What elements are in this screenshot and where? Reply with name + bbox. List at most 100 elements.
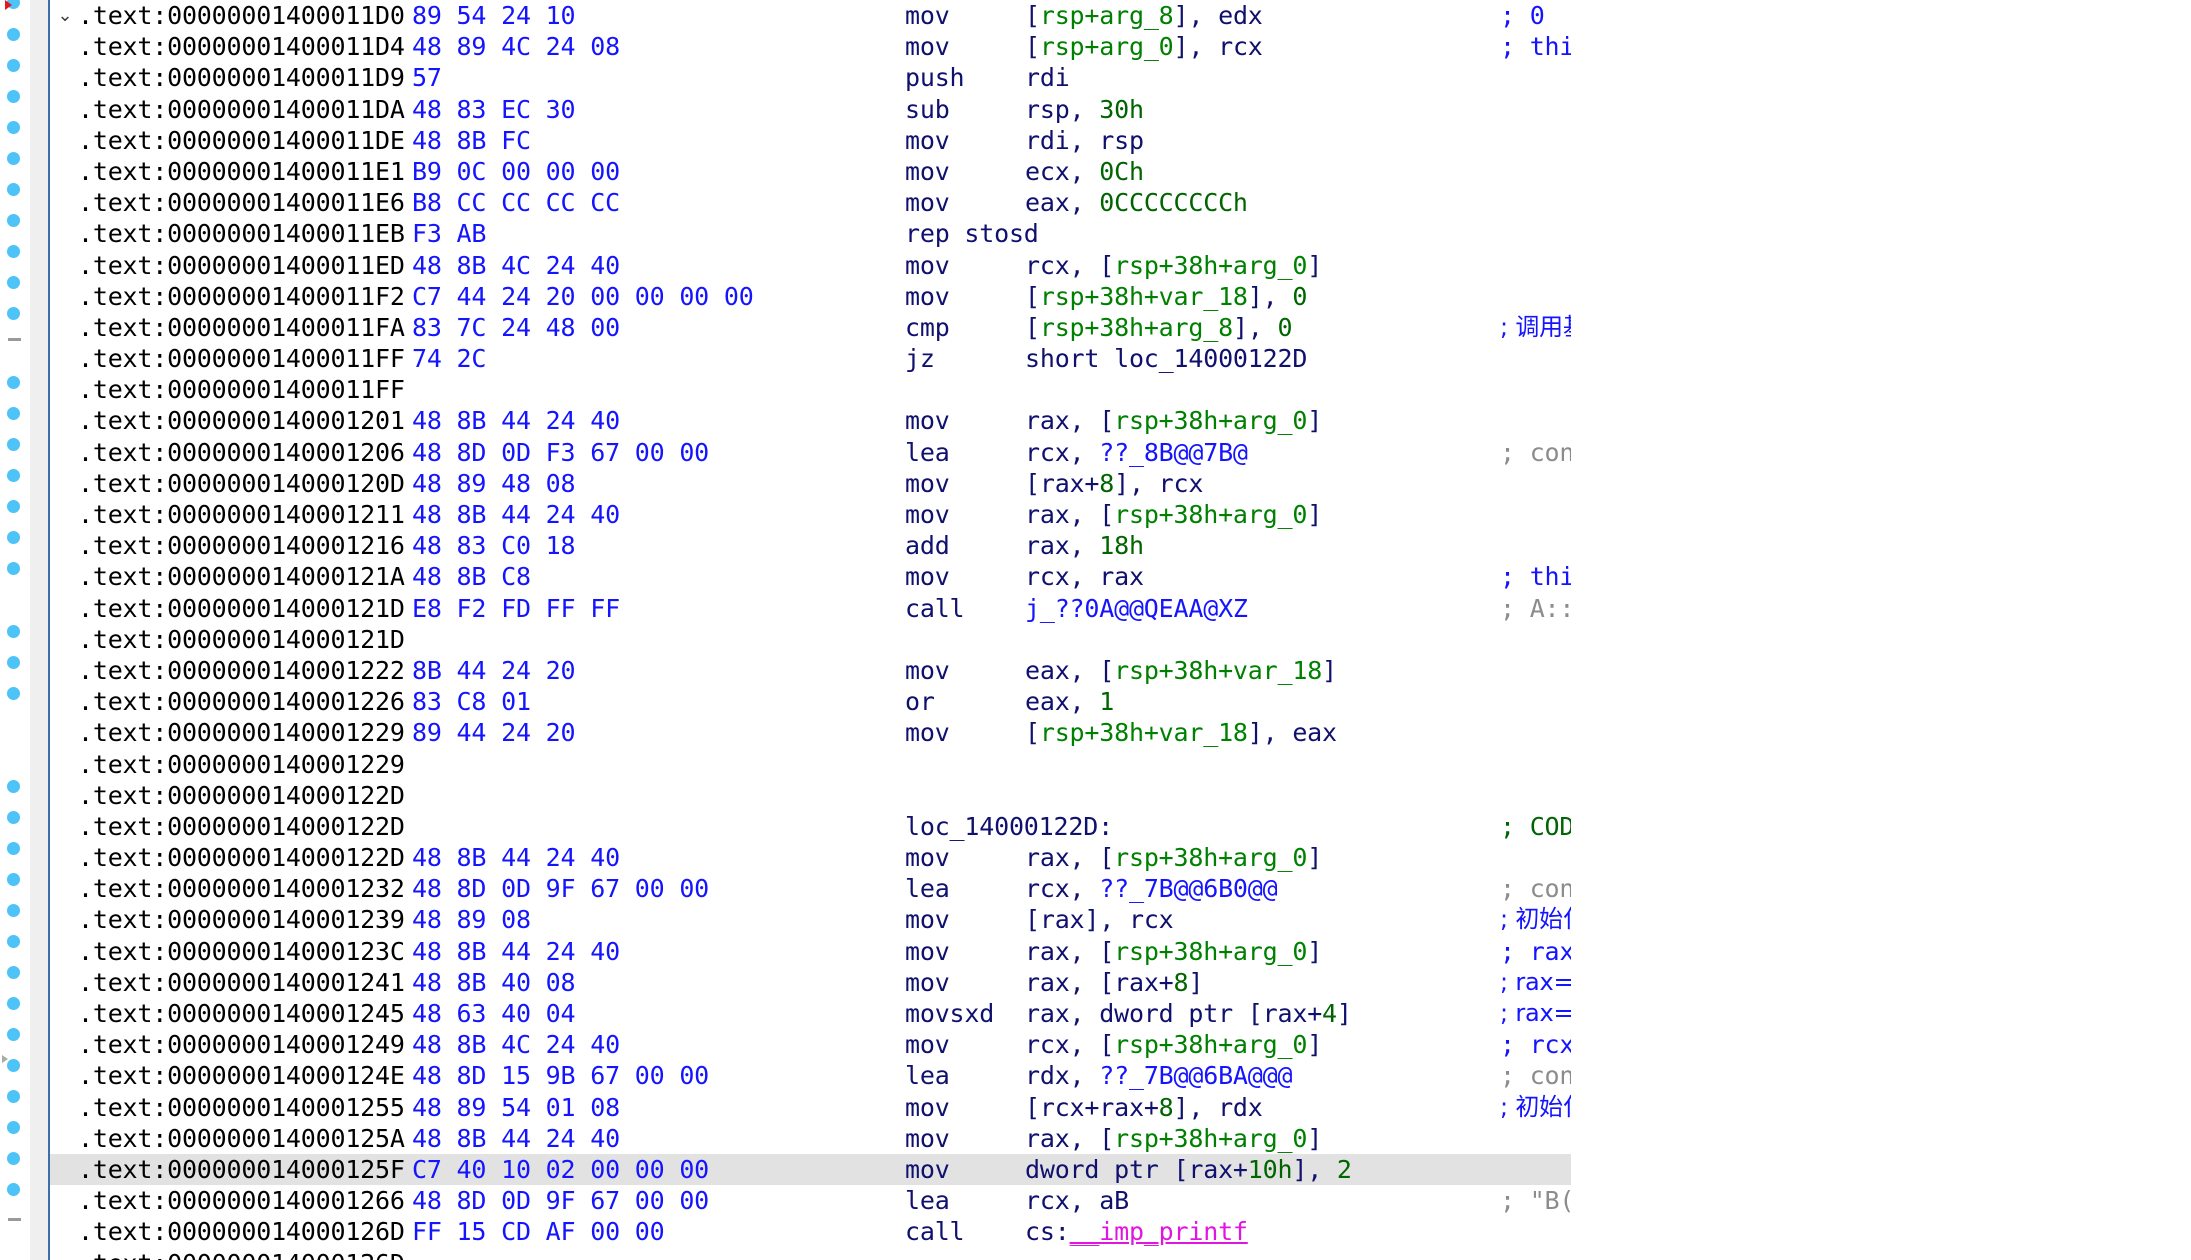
disassembly-row[interactable]: .text:00000001400011DE 48 8B FC mov rdi, rs… [50,125,1571,156]
breakpoint-dot-icon[interactable] [7,276,20,289]
breakpoint-dot-icon[interactable] [7,966,20,979]
row-comment[interactable]: ; this [1500,31,1571,62]
row-comment[interactable]: ; rax=this [1500,936,1571,967]
breakpoint-dot-icon[interactable] [7,904,20,917]
disassembly-row[interactable]: .text:000000014000125F C7 40 10 02 00 00 … [50,1153,1571,1186]
row-operands[interactable]: [rcx+rax+8], rdx [1025,1092,1263,1123]
operand-token-name[interactable]: ??_7B@@6B0@@ [1099,874,1277,903]
row-operands[interactable]: rax, [rsp+38h+arg_0] [1025,405,1322,436]
disassembly-row[interactable]: .text:00000001400011E6 B8 CC CC CC CC mov e… [50,187,1571,218]
disassembly-row[interactable]: .text:000000014000120D 48 89 48 08 mov [rax… [50,468,1571,499]
disassembly-row[interactable]: .text:0000000140001266 48 8D 0D 9F 67 00 … [50,1185,1571,1216]
breakpoint-dot-icon[interactable] [7,562,20,575]
row-operands[interactable]: rax, dword ptr [rax+4] [1025,998,1352,1029]
disassembly-row[interactable]: .text:00000001400011FA 83 7C 24 48 00 cmp [… [50,312,1571,343]
row-operands[interactable]: rdx, ??_7B@@6BA@@@ [1025,1060,1293,1091]
breakpoint-dot-icon[interactable] [7,500,20,513]
row-comment[interactable]: ; rcx=this [1500,1029,1571,1060]
disassembly-row[interactable]: .text:0000000140001201 48 8B 44 24 40 mov r… [50,405,1571,436]
breakpoint-dot-icon[interactable] [7,842,20,855]
disassembly-row[interactable]: .text:000000014000126D FF 15 CD AF 00 00 c… [50,1216,1571,1247]
row-operands[interactable]: eax, 1 [1025,686,1114,717]
row-operands[interactable]: rsp, 30h [1025,94,1144,125]
row-operands[interactable]: rcx, [rsp+38h+arg_0] [1025,250,1322,281]
breakpoint-dot-icon[interactable] [7,307,20,320]
breakpoint-dot-icon[interactable] [7,531,20,544]
disassembly-row[interactable]: .text:00000001400011EB F3 AB rep stosd [50,218,1571,249]
row-comment[interactable]: ; 初始化B的虚表指针1 [1500,904,1571,935]
operand-token-name[interactable]: ??_7B@@6BA@@@ [1099,1061,1292,1090]
row-comment[interactable]: ; const B::`vftable'{for `B'} [1500,873,1571,904]
disassembly-row[interactable]: .text:0000000140001239 48 89 08 mov [rax], … [50,904,1571,935]
disassembly-row[interactable]: .text:00000001400011D4 48 89 4C 24 08 mov [… [50,31,1571,62]
disassembly-row[interactable]: .text:0000000140001232 48 8D 0D 9F 67 00 … [50,873,1571,904]
breakpoint-dot-icon[interactable] [7,1028,20,1041]
row-operands[interactable]: eax, 0CCCCCCCCh [1025,187,1248,218]
breakpoint-dot-icon[interactable] [7,1183,20,1196]
disassembly-row[interactable]: .text:00000001400011D9 57 push rdi [50,62,1571,93]
row-operands[interactable]: rcx, [rsp+38h+arg_0] [1025,1029,1322,1060]
row-comment[interactable]: ; const B::`vbtable' [1500,437,1571,468]
disassembly-row[interactable]: .text:0000000140001241 48 8B 40 08 mov rax,… [50,967,1571,998]
operand-token-name[interactable]: j_??0A@@QEAA@XZ [1025,594,1248,623]
chevron-down-icon[interactable]: ⌄ [56,0,74,31]
operand-token-imp[interactable]: __imp_printf [1070,1217,1248,1246]
breakpoint-dot-icon[interactable] [7,376,20,389]
disassembly-row[interactable]: .text:00000001400011FF [50,374,1571,405]
disassembly-row[interactable]: .text:00000001400011E1 B9 0C 00 00 00 mov e… [50,156,1571,187]
breakpoint-dot-icon[interactable] [7,625,20,638]
row-comment[interactable]: ; A::A(void) [1500,593,1571,624]
gutter-marker-strip[interactable] [0,0,30,1260]
breakpoint-dot-icon[interactable] [7,780,20,793]
operand-token-name[interactable]: ??_8B@@7B@ [1099,438,1248,467]
row-operands[interactable]: cs:__imp_printf [1025,1216,1248,1247]
breakpoint-dot-icon[interactable] [7,1152,20,1165]
row-operands[interactable]: [rsp+arg_8], edx [1025,0,1263,31]
row-operands[interactable]: rax, [rsp+38h+arg_0] [1025,1123,1322,1154]
disassembly-row[interactable]: .text:0000000140001222 8B 44 24 20 mov eax,… [50,655,1571,686]
row-operands[interactable]: [rsp+38h+var_18], 0 [1025,281,1307,312]
breakpoint-dot-icon[interactable] [7,214,20,227]
disassembly-row[interactable]: .text:0000000140001211 48 8B 44 24 40 mov r… [50,499,1571,530]
row-comment[interactable]: ; 初始化B的虚表指针2 [1500,1092,1571,1123]
breakpoint-dot-icon[interactable] [7,90,20,103]
row-comment[interactable]: ; 调用基类标志位为0跳过基类构造函数 [1500,312,1571,343]
disassembly-row[interactable]: .text:0000000140001245 48 63 40 04 movsxd r… [50,998,1571,1029]
row-operands[interactable]: rcx, ??_8B@@7B@ [1025,437,1248,468]
disassembly-row[interactable]: .text:000000014000124E 48 8D 15 9B 67 00 … [50,1060,1571,1091]
row-operands[interactable]: rcx, rax [1025,561,1144,592]
row-comment[interactable]: ; 0 [1500,0,1545,31]
breakpoint-dot-icon[interactable] [7,811,20,824]
breakpoint-dot-icon[interactable] [7,469,20,482]
disassembly-row[interactable]: .text:0000000140001216 48 83 C0 18 add rax,… [50,530,1571,561]
disassembly-row[interactable]: .text:000000014000121D [50,624,1571,655]
disassembly-row[interactable]: .text:0000000140001229 89 44 24 20 mov [rsp… [50,717,1571,748]
row-operands[interactable]: rcx, aB [1025,1185,1129,1216]
disassembly-row[interactable]: .text:0000000140001229 [50,749,1571,780]
row-comment[interactable]: ; this [1500,561,1571,592]
breakpoint-dot-icon[interactable] [7,656,20,669]
row-operands[interactable]: rax, [rsp+38h+arg_0] [1025,499,1322,530]
disassembly-listing[interactable]: ⌄ .text:00000001400011D0 89 54 24 10 mov [rs… [50,0,1571,1260]
breakpoint-dot-icon[interactable] [7,183,20,196]
row-comment[interactable]: ; rax=虚基类偏移表首地址 [1500,967,1571,998]
row-operands[interactable]: rdi [1025,62,1070,93]
breakpoint-dot-icon[interactable] [7,1059,20,1072]
breakpoint-dot-icon[interactable] [7,407,20,420]
disassembly-row[interactable]: .text:00000001400011ED 48 8B 4C 24 40 mov r… [50,250,1571,281]
row-operands[interactable]: rax, [rsp+38h+arg_0] [1025,936,1322,967]
row-operands[interactable]: rax, 18h [1025,530,1144,561]
operand-token-loc[interactable]: aB [1099,1186,1129,1215]
disassembly-row[interactable]: .text:000000014000122D [50,780,1571,811]
operand-token-loc[interactable]: loc_14000122D [1114,344,1307,373]
row-operands[interactable]: rax, [rax+8] [1025,967,1203,998]
breakpoint-dot-icon[interactable] [7,245,20,258]
row-operands[interactable]: ecx, 0Ch [1025,156,1144,187]
disassembly-row[interactable]: .text:000000014000123C 48 8B 44 24 40 mov r… [50,936,1571,967]
disassembly-row[interactable]: .text:00000001400011DA 48 83 EC 30 sub rsp,… [50,94,1571,125]
disassembly-row[interactable]: ⌄ .text:00000001400011D0 89 54 24 10 mov [rs… [50,0,1571,31]
breakpoint-dot-icon[interactable] [7,121,20,134]
row-operands[interactable]: rdi, rsp [1025,125,1144,156]
disassembly-row[interactable]: .text:000000014000122D loc_14000122D: ; CO… [50,811,1571,842]
row-operands[interactable]: [rax+8], rcx [1025,468,1203,499]
